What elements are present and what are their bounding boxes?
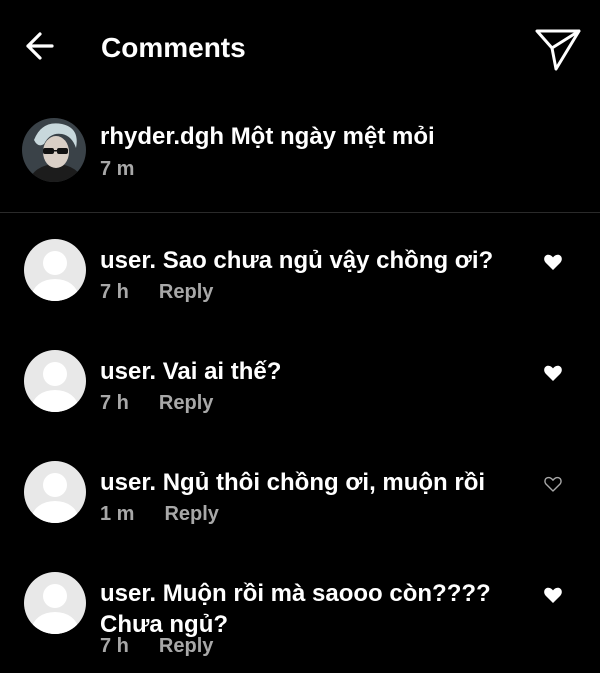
caption-timestamp: 7 m xyxy=(100,158,135,180)
post-caption: rhyder.dgh Một ngày mệt mỏi 7 m xyxy=(0,110,600,210)
comment-item: user. Muộn rồi mà saooo còn???? Chưa ngủ… xyxy=(0,572,600,672)
author-avatar-image xyxy=(22,118,86,182)
heart-filled-icon xyxy=(544,365,562,381)
comment-timestamp: 7 h xyxy=(100,392,129,414)
avatar[interactable] xyxy=(24,572,86,634)
heart-filled-icon xyxy=(544,587,562,603)
heart-filled-icon xyxy=(544,254,562,270)
like-button[interactable] xyxy=(543,252,563,272)
comment-text: user. Vai ai thế? xyxy=(100,358,282,385)
like-button[interactable] xyxy=(543,585,563,605)
avatar-body-shape xyxy=(32,612,78,634)
avatar-head-shape xyxy=(43,473,67,497)
page-title: Comments xyxy=(101,32,246,63)
reply-button[interactable]: Reply xyxy=(164,503,218,525)
comment-timestamp: 7 h xyxy=(100,635,129,657)
reply-button[interactable]: Reply xyxy=(159,392,213,414)
back-button[interactable] xyxy=(20,26,60,66)
reply-button[interactable]: Reply xyxy=(159,281,213,303)
comment-item: user. Ngủ thôi chồng ơi, muộn rồi 1 m Rep… xyxy=(0,461,600,541)
comment-text: user. Ngủ thôi chồng ơi, muộn rồi xyxy=(100,469,486,496)
comment-meta: 7 h Reply xyxy=(100,390,213,416)
arrow-left-icon xyxy=(26,32,54,60)
comment-timestamp: 7 h xyxy=(100,281,129,303)
comment-item: user. Sao chưa ngủ vậy chồng ơi? 7 h Repl… xyxy=(0,239,600,319)
caption-text: rhyder.dgh Một ngày mệt mỏi xyxy=(100,123,435,150)
comment-item: user. Vai ai thế? 7 h Reply xyxy=(0,350,600,430)
avatar-head-shape xyxy=(43,584,67,608)
avatar-body-shape xyxy=(32,501,78,523)
avatar-head-shape xyxy=(43,251,67,275)
paper-plane-icon xyxy=(535,29,581,71)
comment-meta: 1 m Reply xyxy=(100,501,219,527)
comment-meta: 7 h Reply xyxy=(100,279,213,305)
avatar[interactable] xyxy=(22,118,86,182)
header-bar: Comments xyxy=(0,0,600,96)
avatar[interactable] xyxy=(24,350,86,412)
comment-text: user. Sao chưa ngủ vậy chồng ơi? xyxy=(100,247,494,274)
comment-timestamp: 1 m xyxy=(100,503,135,525)
heart-outline-icon xyxy=(544,476,562,492)
like-button[interactable] xyxy=(543,363,563,383)
divider xyxy=(0,212,600,213)
comment-text: user. Muộn rồi mà saooo còn???? Chưa ngủ… xyxy=(100,580,491,638)
avatar-body-shape xyxy=(32,279,78,301)
avatar-head-shape xyxy=(43,362,67,386)
like-button[interactable] xyxy=(543,474,563,494)
avatar-body-shape xyxy=(32,390,78,412)
comment-meta: 7 h Reply xyxy=(100,633,213,659)
avatar[interactable] xyxy=(24,461,86,523)
share-button[interactable] xyxy=(533,24,583,72)
reply-button[interactable]: Reply xyxy=(159,635,213,657)
avatar[interactable] xyxy=(24,239,86,301)
